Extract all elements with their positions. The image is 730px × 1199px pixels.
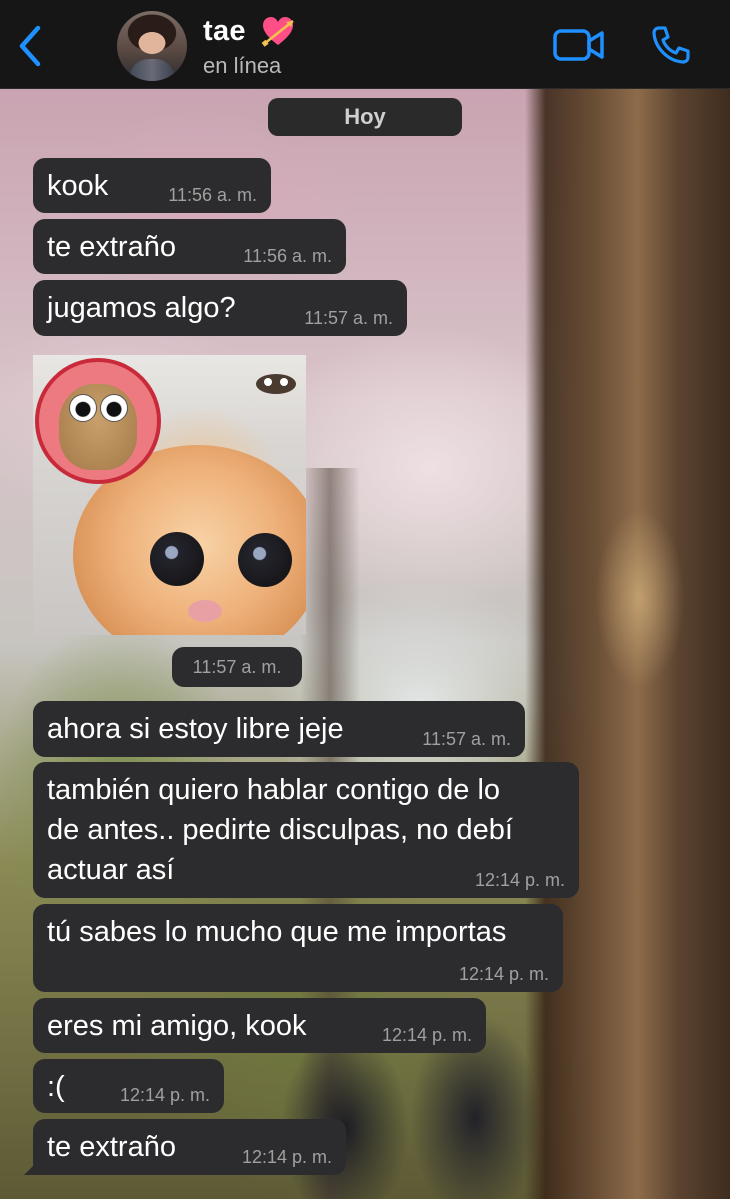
- message-bubble[interactable]: eres mi amigo, kook 12:14 p. m.: [33, 998, 486, 1053]
- wallpaper-tree-trunk: [525, 88, 730, 1199]
- cat-eye-right: [238, 533, 292, 587]
- message-text: te extraño: [47, 1131, 176, 1163]
- message-time: 11:56 a. m.: [168, 185, 257, 205]
- message-text: kook: [47, 170, 109, 202]
- video-camera-icon: [553, 29, 604, 61]
- message-text: ahora si estoy libre jeje: [47, 713, 344, 745]
- contact-avatar[interactable]: [117, 11, 187, 81]
- cat-eye-left: [150, 532, 204, 586]
- pou-sticker: [35, 358, 161, 484]
- message-time: 12:14 p. m.: [381, 1025, 472, 1045]
- message-bubble[interactable]: ahora si estoy libre jeje 11:57 a. m.: [33, 701, 525, 757]
- pou-eye-left: [69, 394, 97, 422]
- pou-character: [59, 384, 137, 470]
- voice-call-button[interactable]: [650, 24, 692, 66]
- video-call-button[interactable]: [552, 26, 606, 64]
- small-sticker-icon: [256, 374, 296, 394]
- message-text: te extraño: [47, 231, 176, 263]
- message-bubble[interactable]: :( 12:14 p. m.: [33, 1059, 224, 1113]
- message-bubble[interactable]: también quiero hablar contigo de lo de a…: [33, 762, 579, 898]
- message-bubble[interactable]: kook 11:56 a. m.: [33, 158, 271, 213]
- message-time: 12:14 p. m.: [119, 1085, 210, 1105]
- back-button[interactable]: [14, 24, 48, 68]
- pou-eye-right: [100, 394, 128, 422]
- message-bubble[interactable]: tú sabes lo mucho que me importas 12:14 …: [33, 904, 563, 992]
- message-text: también quiero hablar contigo de lo de a…: [47, 774, 513, 886]
- message-time: 12:14 p. m.: [241, 1147, 332, 1167]
- message-text: jugamos algo?: [47, 292, 236, 324]
- message-text: tú sabes lo mucho que me importas: [47, 916, 507, 948]
- message-text: eres mi amigo, kook: [47, 1010, 307, 1042]
- contact-name[interactable]: tae: [203, 15, 246, 48]
- message-bubble[interactable]: te extraño 12:14 p. m.: [33, 1119, 346, 1175]
- image-message[interactable]: [33, 355, 306, 635]
- message-bubble[interactable]: jugamos algo? 11:57 a. m.: [33, 280, 407, 336]
- heart-with-arrow-icon: [261, 17, 294, 47]
- message-time: 12:14 p. m.: [458, 964, 549, 984]
- message-bubble[interactable]: te extraño 11:56 a. m.: [33, 219, 346, 274]
- cat-nose: [188, 600, 222, 622]
- message-text: :(: [47, 1071, 65, 1103]
- date-separator: Hoy: [268, 98, 462, 136]
- image-message-time: 11:57 a. m.: [172, 647, 302, 687]
- message-time: 11:57 a. m.: [422, 729, 511, 749]
- contact-status: en línea: [203, 53, 282, 78]
- phone-icon: [652, 26, 690, 64]
- chat-header: tae en línea: [0, 0, 730, 89]
- message-time: 11:56 a. m.: [243, 246, 332, 266]
- chevron-left-icon: [19, 25, 41, 67]
- message-time: 12:14 p. m.: [474, 870, 565, 890]
- message-time: 11:57 a. m.: [304, 308, 393, 328]
